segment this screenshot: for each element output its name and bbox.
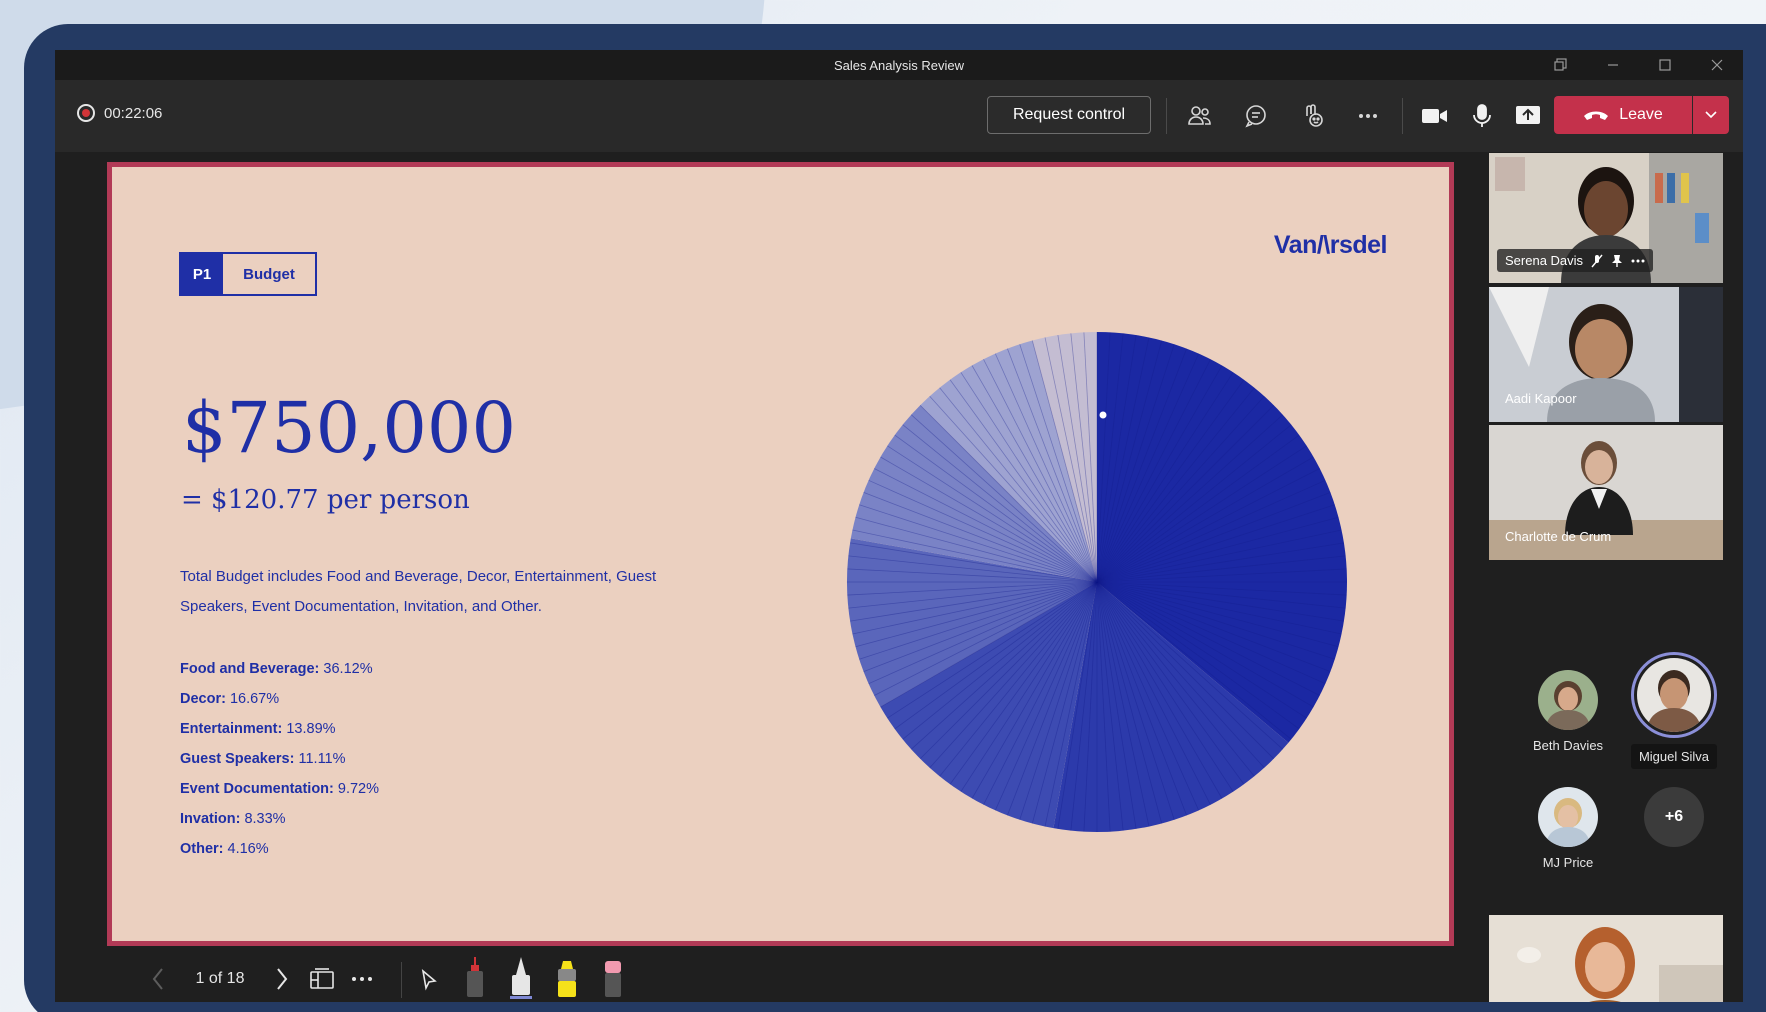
restore-icon[interactable] [1535,50,1587,80]
chat-icon[interactable] [1240,100,1272,132]
breakdown-item: Food and Beverage: 36.12% [180,661,373,677]
avatar [1538,670,1598,730]
leave-button[interactable]: Leave [1554,96,1692,134]
record-icon [77,104,95,122]
breakdown-item: Decor: 16.67% [180,691,280,707]
participant-name: Aadi Kapoor [1505,391,1577,406]
participant-avatar[interactable]: Beth Davies [1513,670,1623,753]
teams-window: Sales Analysis Review 00:22:06 Request c… [55,50,1743,1002]
tag-label: Budget [223,254,315,294]
video-tile[interactable]: Serena Davis [1489,153,1723,283]
breakdown-item: Entertainment: 13.89% [180,721,336,737]
tag-id: P1 [181,254,223,294]
slide-tag: P1 Budget [179,252,317,296]
hangup-icon [1584,111,1609,120]
breakdown-item: Event Documentation: 9.72% [180,781,380,797]
slide-content: P1 Budget Van/\rsdel $750,000 = $120.77 … [112,167,1449,941]
toolbar-divider [1402,98,1403,134]
page-indicator: 1 of 18 [195,970,245,987]
camera-icon[interactable] [1419,100,1451,132]
mic-off-icon [1591,254,1603,267]
leave-options-button[interactable] [1693,96,1729,134]
breakdown-item: Invation: 8.33% [180,811,286,827]
video-tile[interactable]: Aadi Kapoor [1489,287,1723,422]
breakdown-item: Other: 4.16% [180,841,269,857]
budget-amount: $750,000 [182,387,517,469]
maximize-icon[interactable] [1639,50,1691,80]
avatar-name: Beth Davies [1532,738,1604,753]
budget-description: Total Budget includes Food and Beverage,… [180,568,657,615]
participant-name: Serena Davis [1505,253,1584,268]
presenter-controls: 1 of 18 [55,952,1481,1002]
meeting-toolbar: 00:22:06 Request control Leave [55,80,1743,152]
recording-indicator: 00:22:06 [77,104,162,122]
highlighter-icon[interactable] [551,954,583,1000]
participant-name: Charlotte de Crum [1505,529,1612,544]
avatar-name: Miguel Silva [1630,744,1718,769]
controls-divider [401,962,402,998]
eraser-icon[interactable] [597,954,629,1000]
avatar-name: MJ Price [1542,855,1594,870]
participant-avatar[interactable]: MJ Price [1513,787,1623,870]
self-view-tile[interactable] [1489,915,1723,1002]
participants-panel: Serena Davis Aadi Kapoor Charlotte de Cr… [1481,152,1743,1002]
self-view-video [1489,915,1723,1002]
pin-icon [1612,254,1623,267]
red-pen-icon[interactable] [459,954,491,1000]
chevron-down-icon [1705,111,1717,119]
mic-icon[interactable] [1466,100,1498,132]
recording-time: 00:22:06 [104,104,163,122]
more-participants-count: +6 [1644,787,1704,847]
pointer-icon[interactable] [413,964,445,996]
window-title: Sales Analysis Review [833,57,965,73]
minimize-icon[interactable] [1587,50,1639,80]
participant-nameplate: Charlotte de Crum [1497,525,1619,548]
leave-label: Leave [1619,106,1663,123]
people-icon[interactable] [1184,100,1216,132]
avatar [1631,652,1717,738]
pie-texture [847,332,1347,832]
white-pen-icon[interactable] [505,954,537,1000]
window-controls [1535,50,1743,80]
breakdown-item: Guest Speakers: 11.11% [180,751,346,767]
participant-avatar-speaking[interactable]: Miguel Silva [1619,652,1729,769]
title-bar: Sales Analysis Review [55,50,1743,80]
previous-icon[interactable] [143,964,173,994]
budget-pie-chart [847,332,1347,832]
more-icon[interactable] [1631,259,1645,263]
share-icon[interactable] [1512,100,1544,132]
more-participants[interactable]: +6 [1619,787,1729,847]
budget-breakdown: Food and Beverage: 36.12% Decor: 16.67% … [180,654,379,864]
toolbar-divider [1166,98,1167,134]
reactions-icon[interactable] [1296,100,1328,132]
avatar [1538,787,1598,847]
shared-slide: P1 Budget Van/\rsdel $750,000 = $120.77 … [107,162,1454,946]
presentation-stage: P1 Budget Van/\rsdel $750,000 = $120.77 … [55,152,1481,1002]
more-icon[interactable] [1352,100,1384,132]
grid-view-icon[interactable] [305,964,339,994]
close-icon[interactable] [1691,50,1743,80]
per-person-amount: = $120.77 per person [181,485,470,515]
laser-pointer-dot [1099,411,1107,419]
more-icon[interactable] [347,964,377,994]
video-tile[interactable]: Charlotte de Crum [1489,425,1723,560]
next-icon[interactable] [267,964,297,994]
participant-nameplate: Serena Davis [1497,249,1654,272]
company-logo: Van/\rsdel [1273,231,1388,259]
request-control-button[interactable]: Request control [987,96,1151,134]
participant-nameplate: Aadi Kapoor [1497,387,1585,410]
